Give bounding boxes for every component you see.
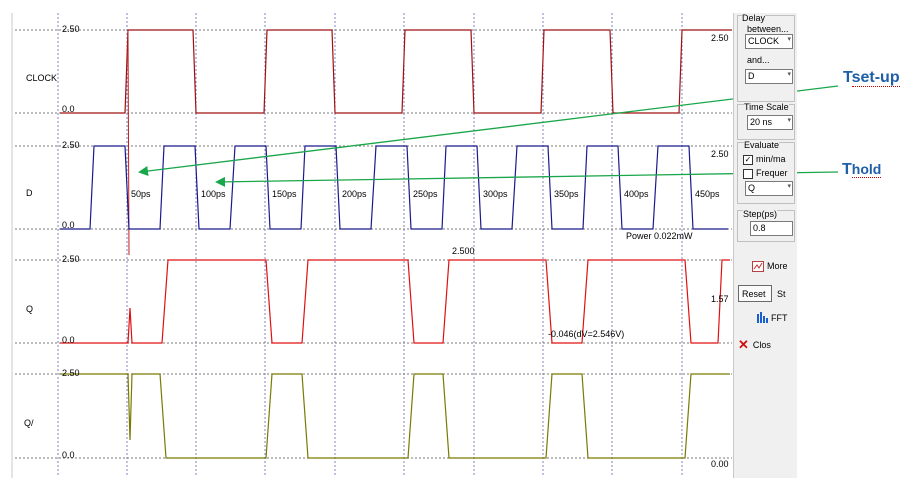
fft-icon [757, 312, 768, 323]
time-marker: 50ps [131, 189, 151, 199]
time-marker: 450ps [695, 189, 720, 199]
clock-trace [60, 29, 732, 114]
chart-icon [752, 260, 764, 272]
q-right-label: 1.57 [711, 294, 729, 304]
time-scale-select[interactable]: 20 ns ▾ [747, 115, 793, 130]
clock-low-label: 0.0 [62, 104, 75, 114]
and-label: and... [747, 55, 770, 65]
minmax-checkbox[interactable]: ✓ min/ma [743, 154, 786, 165]
dropdown-arrow-icon: ▾ [787, 117, 791, 124]
time-marker: 300ps [483, 189, 508, 199]
clock-right-label: 2.50 [711, 33, 729, 43]
frequency-checkbox[interactable]: Frequer [743, 168, 788, 179]
setup-prefix: T [843, 69, 852, 86]
setup-annotation: Tset-up [843, 69, 900, 87]
clock-high-label: 2.50 [62, 24, 80, 34]
hold-annotation: Thold [842, 161, 882, 179]
evaluate-title: Evaluate [744, 140, 780, 150]
q-low-label: 0.0 [62, 335, 75, 345]
eval-signal-select[interactable]: Q ▾ [745, 181, 793, 196]
qbar-low-label: 0.0 [62, 450, 75, 460]
fft-label: FFT [771, 312, 788, 323]
step-title: Step(ps) [743, 209, 778, 219]
hold-suffix: hold [851, 161, 882, 178]
delay-title: Delay [742, 13, 766, 23]
q-high-label: 2.50 [62, 254, 80, 264]
qbar-trace [60, 373, 730, 459]
close-label: Clos [752, 340, 771, 350]
more-label: More [767, 261, 788, 271]
reset-button[interactable]: Reset [738, 285, 772, 302]
hold-prefix: T [842, 161, 852, 178]
fft-button[interactable]: FFT [756, 309, 796, 326]
checkbox-empty-icon [743, 168, 753, 179]
close-icon: ✕ [738, 337, 749, 352]
time-marker: 400ps [624, 189, 649, 199]
d-low-label: 0.0 [62, 220, 75, 230]
setup-suffix: set-up [851, 69, 900, 87]
cursor-readout: -0.046(dV=2.546V) [548, 329, 625, 339]
step-value: 0.8 [753, 223, 766, 233]
dropdown-arrow-icon: ▾ [787, 183, 791, 190]
time-marker: 150ps [272, 189, 297, 199]
d-high-label: 2.50 [62, 140, 80, 150]
time-marker: 350ps [554, 189, 579, 199]
between-select[interactable]: CLOCK ▾ [745, 34, 793, 49]
between-value: CLOCK [748, 36, 780, 46]
and-value: D [748, 71, 755, 81]
q-peak-readout: 2.500 [452, 246, 475, 256]
waveform-traces [60, 29, 732, 459]
signal-name-d: D [26, 188, 33, 198]
between-label: between... [747, 24, 789, 34]
time-scale-value: 20 ns [750, 117, 773, 127]
dropdown-arrow-icon: ▾ [787, 36, 791, 43]
d-right-label: 2.50 [711, 149, 729, 159]
qbar-right-label: 0.00 [711, 459, 729, 469]
q-trace [60, 259, 730, 344]
time-marker: 250ps [413, 189, 438, 199]
qbar-high-label: 2.50 [62, 368, 80, 378]
and-select[interactable]: D ▾ [745, 69, 793, 84]
signal-name-qbar: Q/ [24, 418, 34, 428]
d-trace [60, 145, 728, 230]
dropdown-arrow-icon: ▾ [787, 71, 791, 78]
time-marker: 200ps [342, 189, 367, 199]
grid [11, 13, 732, 478]
close-button[interactable]: ✕ Clos [738, 336, 796, 354]
more-button[interactable]: More [752, 257, 796, 275]
minmax-label: min/ma [756, 154, 786, 164]
time-marker: 100ps [201, 189, 226, 199]
signal-name-clock: CLOCK [26, 73, 58, 83]
eval-signal-value: Q [748, 183, 756, 193]
stop-button[interactable]: St [777, 285, 797, 302]
power-readout: Power 0.022mW [626, 231, 693, 241]
frequency-label: Frequer [756, 168, 788, 178]
checkmark-icon: ✓ [743, 154, 753, 165]
stop-label: St [777, 288, 786, 299]
time-scale-title: Time Scale [744, 102, 789, 112]
signal-name-q: Q [26, 304, 34, 314]
control-panel: Delay between... CLOCK ▾ and... D ▾ Time S… [733, 13, 797, 478]
reset-label: Reset [742, 288, 766, 299]
step-input[interactable]: 0.8 [750, 221, 793, 236]
